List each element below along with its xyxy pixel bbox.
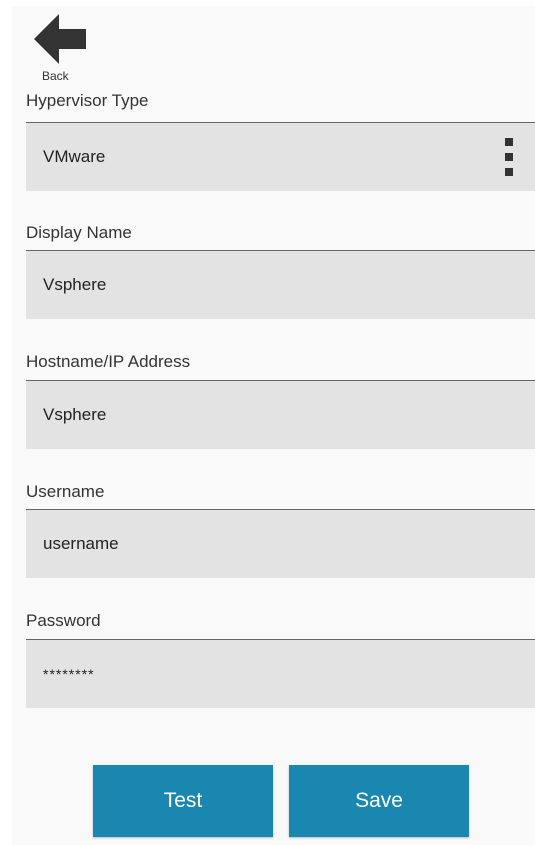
hypervisor-type-select[interactable]: VMware (26, 122, 535, 191)
kebab-menu-icon[interactable] (505, 138, 513, 176)
hostname-label: Hostname/IP Address (26, 352, 191, 371)
back-button[interactable]: Back (30, 14, 90, 84)
display-name-label: Display Name (26, 223, 132, 242)
username-field[interactable]: username (26, 509, 535, 578)
display-name-value: Vsphere (43, 275, 107, 294)
password-value: ******** (43, 666, 95, 682)
username-label: Username (26, 482, 105, 501)
back-label: Back (42, 69, 69, 83)
password-field[interactable]: ******** (26, 639, 535, 708)
username-value: username (43, 534, 119, 553)
arrow-left-icon (34, 14, 86, 64)
save-button[interactable]: Save (289, 765, 469, 837)
hypervisor-type-label: Hypervisor Type (26, 91, 149, 110)
hostname-field[interactable]: Vsphere (26, 380, 535, 449)
hostname-value: Vsphere (43, 405, 107, 424)
test-button[interactable]: Test (93, 765, 273, 837)
password-label: Password (26, 611, 101, 630)
hypervisor-type-value: VMware (43, 147, 106, 166)
display-name-field[interactable]: Vsphere (26, 250, 535, 319)
